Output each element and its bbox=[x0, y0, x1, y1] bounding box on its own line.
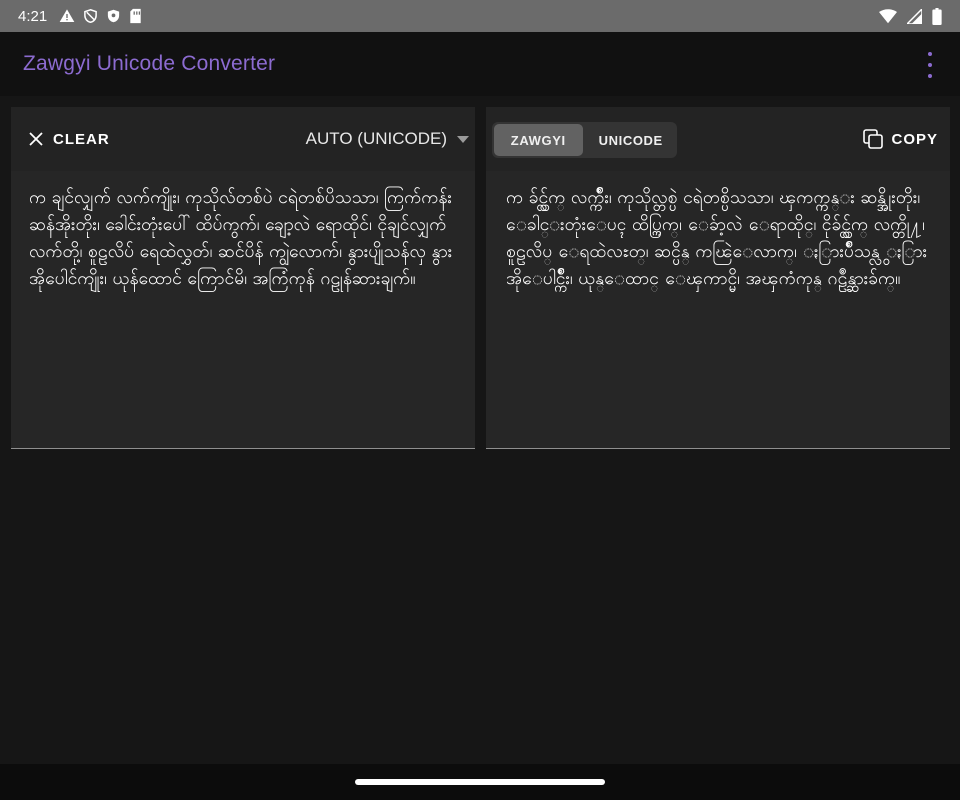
copy-button-label: COPY bbox=[891, 130, 938, 148]
warning-icon bbox=[59, 8, 75, 24]
output-encoding-toggle: ZAWGYI UNICODE bbox=[492, 122, 677, 158]
copy-button[interactable]: COPY bbox=[863, 127, 938, 151]
sim-card-icon bbox=[129, 8, 142, 24]
status-time: 4:21 bbox=[18, 7, 48, 25]
cellular-signal-icon bbox=[907, 8, 922, 24]
copy-icon bbox=[863, 129, 884, 149]
output-text: က ခ်င္လ်ွက္ လက္က်ိဳး၊ ကုသိုလ္တစ္ပဲ ငရဲတစ… bbox=[506, 188, 928, 289]
shield-check-icon bbox=[106, 8, 121, 24]
encoding-detect-dropdown[interactable]: AUTO (UNICODE) bbox=[306, 127, 469, 151]
input-text-field[interactable]: က ချင်လျှက် လက်ကျိုး၊ ကုသိုလ်တစ်ပဲ ငရဲတစ… bbox=[29, 185, 461, 293]
app-bar: Zawgyi Unicode Converter bbox=[0, 32, 960, 96]
gesture-handle[interactable] bbox=[355, 779, 605, 785]
tab-unicode[interactable]: UNICODE bbox=[587, 124, 676, 156]
chevron-down-icon bbox=[457, 135, 469, 143]
encoding-detect-value: AUTO (UNICODE) bbox=[305, 129, 447, 148]
input-toolbar: CLEAR AUTO (UNICODE) bbox=[11, 107, 475, 171]
battery-icon bbox=[932, 7, 942, 25]
clear-button[interactable]: CLEAR bbox=[29, 127, 110, 151]
close-icon bbox=[29, 132, 43, 146]
output-panel: ZAWGYI UNICODE COPY က ခ်င္လ်ွက္ လက္က်ိဳး… bbox=[486, 107, 950, 449]
app-title: Zawgyi Unicode Converter bbox=[23, 52, 276, 75]
tab-zawgyi[interactable]: ZAWGYI bbox=[494, 124, 583, 156]
overflow-menu-icon[interactable] bbox=[918, 52, 942, 78]
wifi-icon bbox=[879, 8, 897, 24]
navigation-bar bbox=[0, 764, 960, 800]
input-panel: CLEAR AUTO (UNICODE) က ချင်လျှက် လက်ကျို… bbox=[11, 107, 475, 449]
shield-icon bbox=[83, 8, 98, 24]
output-toolbar: ZAWGYI UNICODE COPY bbox=[486, 107, 950, 171]
clear-button-label: CLEAR bbox=[53, 130, 110, 148]
status-bar: 4:21 bbox=[0, 0, 960, 32]
